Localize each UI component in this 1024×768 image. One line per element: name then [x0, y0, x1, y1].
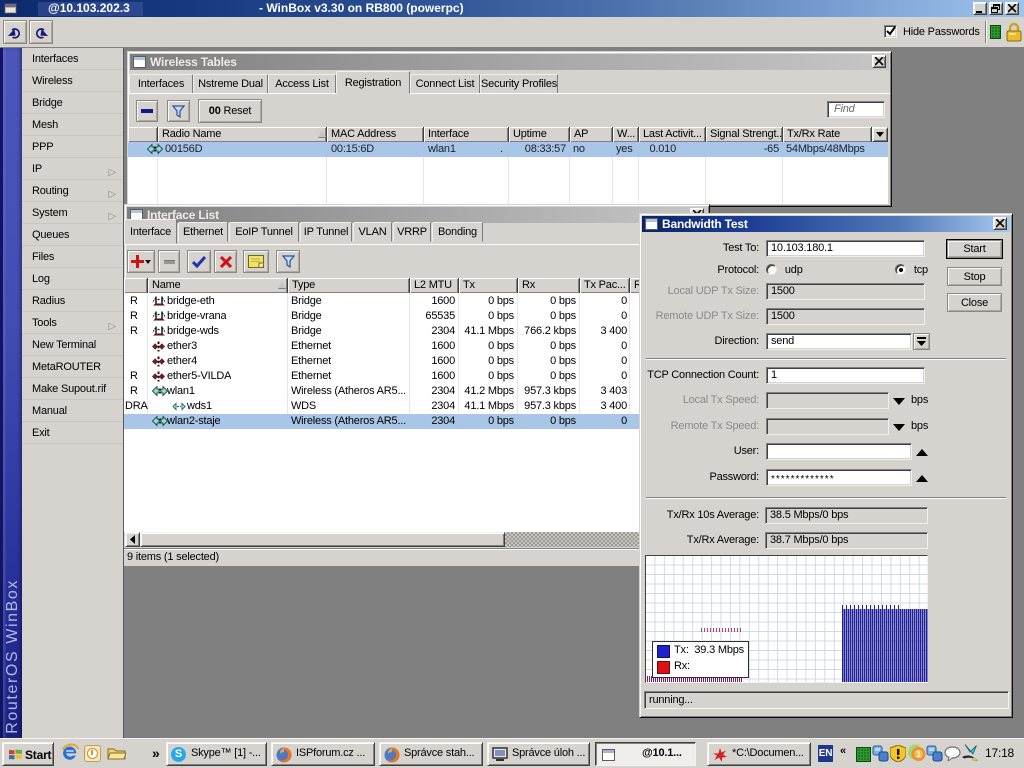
svg-text:1: 1 — [916, 749, 921, 759]
